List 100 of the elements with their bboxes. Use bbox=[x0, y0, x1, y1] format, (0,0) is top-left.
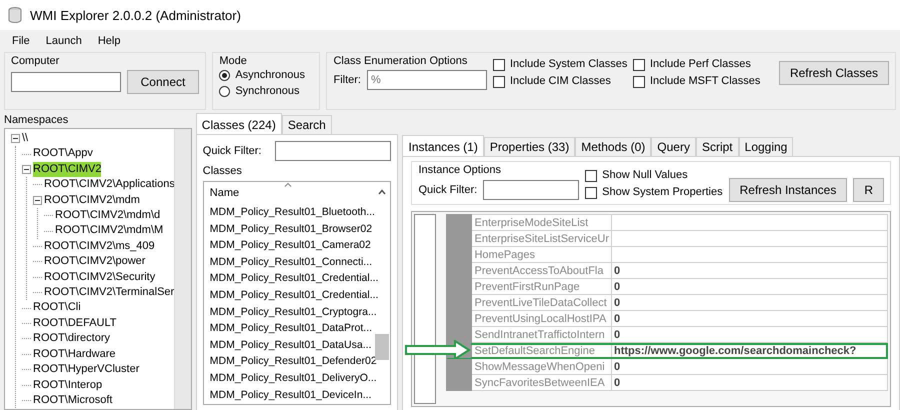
tree-item[interactable]: ROOT\Interop bbox=[33, 378, 102, 393]
group-label: Instance Options bbox=[418, 164, 502, 176]
tab[interactable]: Methods (0) bbox=[575, 137, 652, 156]
property-name: EnterpriseModeSiteList bbox=[472, 214, 612, 230]
tab[interactable]: Search bbox=[282, 115, 332, 134]
group-label: Computer bbox=[11, 55, 60, 67]
property-name: PreventAccessToAboutFla bbox=[472, 262, 612, 278]
scrollbar[interactable] bbox=[174, 129, 191, 409]
property-name: SendIntranetTraffictoIntern bbox=[472, 326, 612, 342]
tree-item[interactable]: ROOT\CIMV2\Security bbox=[44, 270, 156, 286]
class-item[interactable]: MDM_Policy_Result01_Camera02 bbox=[204, 237, 371, 254]
group-label: Mode bbox=[219, 55, 247, 67]
menu-item[interactable]: Help bbox=[90, 35, 128, 47]
property-value: 0 bbox=[611, 326, 888, 342]
class-item[interactable]: MDM_Policy_Result01_DeviceIn... bbox=[204, 386, 372, 404]
refresh-classes-button[interactable]: Refresh Classes bbox=[778, 61, 889, 85]
tab[interactable]: Logging bbox=[738, 137, 794, 156]
filter-label: Quick Filter: bbox=[202, 145, 262, 157]
checkbox[interactable] bbox=[632, 76, 645, 88]
collapse-icon[interactable] bbox=[33, 196, 42, 205]
tab[interactable]: Query bbox=[651, 137, 696, 156]
menu-item[interactable]: File bbox=[4, 35, 38, 47]
property-name: PreventLiveTileDataCollect bbox=[472, 294, 612, 310]
refresh-button[interactable]: R bbox=[853, 178, 884, 202]
tree-item[interactable]: ROOT\Microsoft bbox=[33, 392, 112, 408]
refresh-button[interactable]: Refresh Instances bbox=[728, 178, 848, 202]
tree-item[interactable]: ROOT\CIMV2\mdm\M bbox=[55, 223, 164, 239]
group-label: Class Enumeration Options bbox=[333, 55, 468, 67]
quick-filter-field[interactable] bbox=[275, 141, 392, 161]
radio-label: Asynchronous bbox=[235, 68, 306, 83]
tree-item[interactable]: ROOT\CIMV2\TerminalSer bbox=[44, 285, 174, 300]
filter-field[interactable]: % bbox=[366, 70, 487, 90]
checkbox[interactable] bbox=[585, 170, 598, 182]
computer-field[interactable] bbox=[11, 72, 121, 92]
property-value: 0 bbox=[611, 262, 888, 278]
tree-item[interactable]: ROOT\CIMV2 bbox=[33, 162, 102, 178]
checkbox-label: Include Perf Classes bbox=[650, 57, 751, 72]
checkbox[interactable] bbox=[632, 58, 645, 70]
class-item[interactable]: MDM_Policy_Result01_Cryptogra... bbox=[204, 304, 377, 320]
connect-button[interactable]: Connect bbox=[127, 70, 199, 94]
checkbox-label: Include CIM Classes bbox=[510, 74, 611, 89]
tree-item[interactable]: ROOT\CIMV2\mdm\d bbox=[55, 208, 160, 224]
property-value: 0 bbox=[611, 294, 888, 310]
property-name: SyncFavoritesBetweenIEA bbox=[472, 374, 612, 390]
tree-item[interactable]: ROOT\CIMV2\Applications bbox=[44, 177, 175, 193]
checkbox[interactable] bbox=[492, 76, 505, 88]
property-value: 0 bbox=[611, 358, 888, 374]
radio-label: Synchronous bbox=[235, 84, 300, 99]
property-name: PreventUsingLocalHostIPA bbox=[472, 310, 612, 326]
tab[interactable]: Script bbox=[696, 137, 739, 156]
tab[interactable]: Instances (1) bbox=[402, 135, 484, 156]
scroll-up-icon[interactable] bbox=[378, 189, 386, 195]
scroll-thumb[interactable] bbox=[375, 334, 390, 360]
checkbox[interactable] bbox=[585, 186, 598, 198]
tree-item[interactable]: ROOT\Hardware bbox=[33, 346, 116, 362]
class-item[interactable]: MDM_Policy_Result01_Defender02 bbox=[204, 353, 377, 370]
property-value: 0 bbox=[611, 278, 888, 294]
property-name: EnterpriseSiteListServiceUr bbox=[472, 230, 612, 246]
tree-item[interactable]: ROOT\CIMV2\ms_409 bbox=[44, 238, 155, 254]
class-item[interactable]: MDM_Policy_Result01_Bluetooth... bbox=[204, 204, 375, 221]
checkbox-label: Include MSFT Classes bbox=[650, 74, 760, 89]
tree-item[interactable]: ROOT\HyperVCluster bbox=[33, 362, 140, 378]
class-item[interactable]: MDM_Policy_Result01_Browser02 bbox=[204, 220, 372, 238]
radio-button[interactable] bbox=[219, 86, 230, 97]
panel-label: Namespaces bbox=[4, 114, 68, 126]
collapse-icon[interactable] bbox=[11, 134, 20, 144]
class-item[interactable]: MDM_Policy_Result01_Connecti... bbox=[204, 254, 372, 270]
tab[interactable]: Properties (33) bbox=[484, 137, 576, 156]
tree-item[interactable]: ROOT\DEFAULT bbox=[33, 316, 117, 332]
window-title: WMI Explorer 2.0.0.2 (Administrator) bbox=[30, 8, 241, 22]
property-name: HomePages bbox=[472, 246, 612, 262]
class-item[interactable]: MDM_Policy_Result01_DataUsa... bbox=[204, 336, 372, 354]
class-item[interactable]: MDM_Policy_Result01_Credential... bbox=[204, 286, 378, 304]
collapse-icon[interactable] bbox=[22, 165, 31, 174]
tree-item[interactable]: ROOT\directory bbox=[33, 331, 110, 347]
class-item[interactable]: MDM_Policy_Result01_DataProt... bbox=[204, 320, 372, 337]
property-name: ShowMessageWhenOpeni bbox=[472, 358, 612, 374]
class-item[interactable]: MDM_Policy_Result01_DeliveryO... bbox=[204, 370, 377, 387]
sort-caret-icon bbox=[284, 182, 292, 187]
app-icon bbox=[8, 7, 22, 23]
checkbox[interactable] bbox=[492, 58, 505, 70]
group-label: Classes bbox=[202, 165, 243, 177]
tree-item[interactable]: ROOT\Appv bbox=[33, 146, 93, 162]
quick-filter-field[interactable] bbox=[483, 180, 580, 200]
property-name: PreventFirstRunPage bbox=[472, 278, 612, 294]
filter-label: Quick Filter: bbox=[418, 184, 478, 196]
tree-item[interactable]: ROOT\CIMV2\power bbox=[44, 254, 146, 270]
property-value: 0 bbox=[611, 374, 888, 390]
checkbox-label: Show Null Values bbox=[602, 168, 688, 183]
class-item[interactable]: MDM_Policy_Result01_Credential... bbox=[204, 270, 378, 287]
filter-label: Filter: bbox=[333, 74, 361, 86]
column-header[interactable]: Name bbox=[210, 187, 240, 199]
property-value: 0 bbox=[611, 310, 888, 326]
tree-item[interactable]: ROOT\Cli bbox=[33, 300, 81, 316]
tree-item[interactable]: ROOT\CIMV2\mdm bbox=[44, 192, 140, 208]
tree-item[interactable]: \\ bbox=[22, 131, 28, 146]
radio-button[interactable] bbox=[219, 70, 230, 81]
checkbox-label: Include System Classes bbox=[510, 57, 628, 72]
tab[interactable]: Classes (224) bbox=[196, 113, 282, 134]
menu-item[interactable]: Launch bbox=[38, 35, 90, 47]
